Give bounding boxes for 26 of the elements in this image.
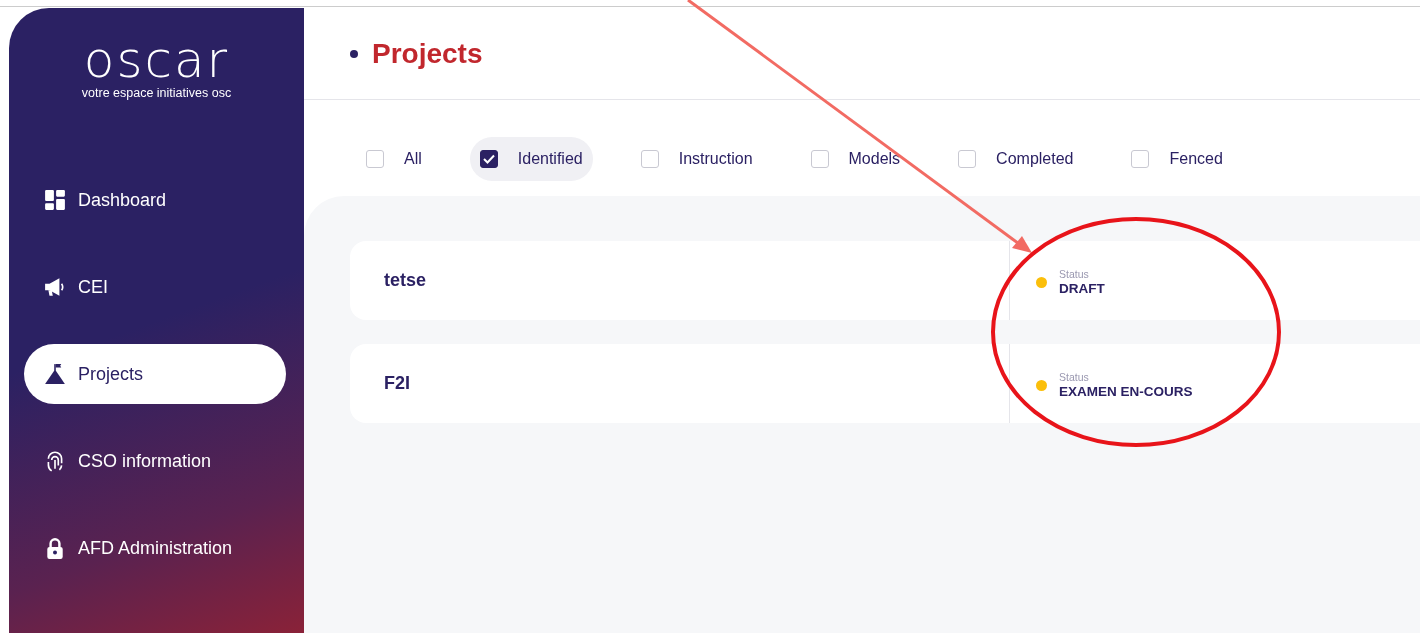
filter-checkbox[interactable]: Models <box>800 137 911 181</box>
filter-checkbox[interactable]: Completed <box>948 137 1084 181</box>
check-icon <box>482 154 495 164</box>
logo-tagline: votre espace initiatives osc <box>81 86 232 100</box>
sidebar-item[interactable]: AFD Administration <box>24 518 286 578</box>
project-name: tetse <box>350 241 1010 320</box>
status-value: EXAMEN EN-COURS <box>1059 382 1193 401</box>
mountain-icon <box>44 363 66 385</box>
megaphone-icon <box>44 276 66 298</box>
title-bullet <box>350 49 358 58</box>
status-value: DRAFT <box>1059 279 1105 298</box>
sidebar-item[interactable]: Projects <box>24 344 286 404</box>
filter-checkbox[interactable]: All <box>356 137 432 181</box>
project-name: F2I <box>350 344 1010 423</box>
filter-checkbox[interactable]: Instruction <box>630 137 763 181</box>
logo: oscar <box>83 34 230 86</box>
filter-checkbox[interactable]: Fenced <box>1121 137 1233 181</box>
sidebar-item[interactable]: CSO information <box>24 431 286 491</box>
status-label: Status <box>1059 370 1090 383</box>
status-label: Status <box>1059 267 1090 280</box>
sidebar-item[interactable]: Dashboard <box>24 170 286 230</box>
page-title: Projects <box>372 36 483 71</box>
filter-checkbox[interactable]: Identified <box>469 137 593 181</box>
lock-icon <box>44 537 66 559</box>
dashboard-icon <box>44 189 66 211</box>
sidebar-item[interactable]: CEI <box>24 257 286 317</box>
